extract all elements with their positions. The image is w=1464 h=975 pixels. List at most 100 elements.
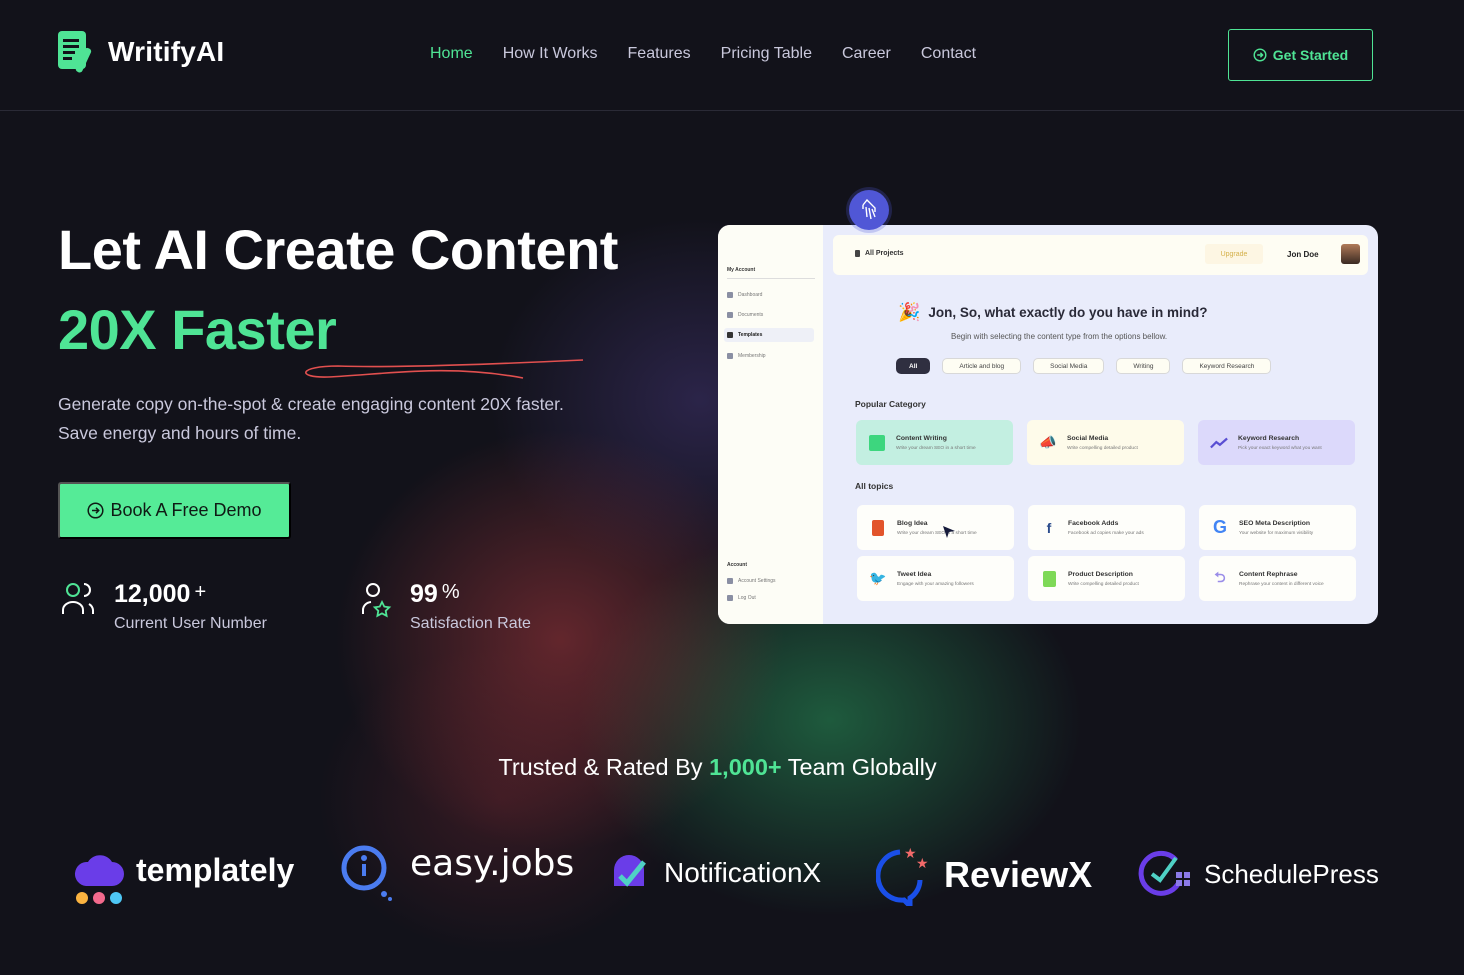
google-icon: G <box>1212 517 1227 537</box>
site-header: WritifyAI Home How It Works Features Pri… <box>0 0 1464 111</box>
trusted-heading: Trusted & Rated By 1,000+ Team Globally <box>498 754 937 780</box>
chip-writing[interactable]: Writing <box>1116 358 1171 374</box>
all-projects-link[interactable]: All Projects <box>855 250 904 257</box>
mouse-cursor-icon <box>943 526 955 538</box>
chip-social-media[interactable]: Social Media <box>1033 358 1105 374</box>
svg-text:★: ★ <box>904 845 917 861</box>
user-icon <box>727 578 733 584</box>
book-demo-label: Book A Free Demo <box>110 500 262 520</box>
stat-satisfaction-value: 99% <box>410 580 460 608</box>
sidebar-item-documents[interactable]: Documents <box>724 308 814 322</box>
nav-career[interactable]: Career <box>842 45 891 63</box>
pencil-badge <box>849 190 889 230</box>
topic-card-seo-meta[interactable]: G SEO Meta Description Your website for m… <box>1199 505 1356 550</box>
stat-satisfaction: 99% Satisfaction Rate <box>360 580 531 633</box>
topic-card-product-description[interactable]: Product Description Write compelling deta… <box>1028 556 1185 601</box>
twitter-icon: 🐦 <box>869 570 887 586</box>
svg-text:★: ★ <box>916 855 929 871</box>
stat-users-value: 12,000 + <box>114 580 207 608</box>
content-type-chips: All Article and blog Social Media Writin… <box>896 358 1272 374</box>
notificationx-logo-icon <box>614 855 646 887</box>
chip-article-blog[interactable]: Article and blog <box>942 358 1022 374</box>
brand-easyjobs: easy.jobs <box>340 842 574 904</box>
all-topics-title: All topics <box>855 481 894 491</box>
popular-card-keyword-research[interactable]: Keyword Research Pick your exact keyword … <box>1198 420 1355 465</box>
clipboard-icon <box>855 250 860 257</box>
user-name: Jon Doe <box>1287 250 1319 259</box>
arrow-circle-icon <box>1253 48 1267 62</box>
layers-icon <box>727 332 733 338</box>
brand-reviewx: ★ ★ ReviewX <box>876 844 1092 906</box>
document-icon <box>727 312 733 318</box>
topic-card-blog-idea[interactable]: Blog Idea Write your dream SEO in a short… <box>857 505 1014 550</box>
megaphone-icon: 📣 <box>1039 434 1057 450</box>
popular-card-content-writing[interactable]: Content Writing Write your dream SEO in a… <box>856 420 1013 465</box>
rephrase-icon: ⮌ <box>1214 568 1226 585</box>
popular-category-title: Popular Category <box>855 399 926 409</box>
get-started-button[interactable]: Get Started <box>1228 29 1373 81</box>
trend-up-icon <box>1210 434 1228 452</box>
hero-title-highlight: 20X Faster <box>58 298 337 361</box>
nav-home[interactable]: Home <box>430 45 473 63</box>
facebook-icon: f <box>1046 519 1052 536</box>
sidebar-account-title: Account <box>727 562 747 568</box>
popular-card-social-media[interactable]: 📣 Social Media Write compelling detailed … <box>1027 420 1184 465</box>
nav-pricing-table[interactable]: Pricing Table <box>721 45 812 63</box>
sidebar-item-templates[interactable]: Templates <box>724 328 814 342</box>
topic-card-tweet-idea[interactable]: 🐦 Tweet Idea Engage with your amazing fol… <box>857 556 1014 601</box>
brand-logos: templately easy.jobs NotificationX ★ ★ R… <box>0 840 1464 910</box>
brand-templately: templately <box>74 846 294 904</box>
sidebar-item-dashboard[interactable]: Dashboard <box>724 288 814 302</box>
logo[interactable]: WritifyAI <box>58 31 224 73</box>
stat-satisfaction-label: Satisfaction Rate <box>410 615 531 632</box>
mockup-sidebar: My Account Dashboard Documents Templates… <box>718 225 823 624</box>
mockup-question: 🎉 Jon, So, what exactly do you have in m… <box>898 302 1208 322</box>
topic-card-facebook-adds[interactable]: f Facebook Adds Facebook ad copies make y… <box>1028 505 1185 550</box>
brand-notificationx: NotificationX <box>606 850 821 896</box>
easyjobs-logo-icon <box>341 845 392 901</box>
party-popper-icon: 🎉 <box>898 302 921 322</box>
app-mockup: My Account Dashboard Documents Templates… <box>718 225 1378 624</box>
stat-users: 12,000 + Current User Number <box>62 580 267 633</box>
hero-desc-line-2: Save energy and hours of time. <box>58 423 302 443</box>
hero-desc-line-1: Generate copy on-the-spot & create engag… <box>58 394 564 414</box>
mockup-topbar: All Projects Upgrade Jon Doe <box>833 235 1368 275</box>
chip-all[interactable]: All <box>896 358 931 374</box>
pencil-icon <box>862 199 876 220</box>
logout-icon <box>727 595 733 601</box>
topic-card-content-rephrase[interactable]: ⮌ Content Rephrase Rephrase your content … <box>1199 556 1356 601</box>
nav-features[interactable]: Features <box>628 45 691 63</box>
templately-logo-icon <box>74 855 124 904</box>
document-lines-icon <box>868 434 886 452</box>
brand-schedulepress: SchedulePress <box>1138 850 1379 898</box>
upgrade-button[interactable]: Upgrade <box>1205 244 1263 264</box>
sidebar-item-membership[interactable]: Membership <box>724 349 814 363</box>
underline-scribble <box>305 359 584 379</box>
file-icon <box>869 519 887 537</box>
sidebar-item-account-settings[interactable]: Account Settings <box>724 574 814 588</box>
nav-how-it-works[interactable]: How It Works <box>503 45 598 63</box>
get-started-label: Get Started <box>1272 47 1349 63</box>
product-doc-icon <box>1040 570 1058 588</box>
sidebar-divider <box>727 278 815 279</box>
avatar[interactable] <box>1341 244 1360 264</box>
users-icon <box>62 583 94 614</box>
user-star-icon <box>361 583 392 618</box>
main-nav: Home How It Works Features Pricing Table… <box>430 45 976 63</box>
reviewx-logo-icon: ★ ★ <box>876 845 929 906</box>
chip-keyword-research[interactable]: Keyword Research <box>1182 358 1272 374</box>
hero-title: Let AI Create Content <box>58 218 618 281</box>
hero-description: Generate copy on-the-spot & create engag… <box>58 390 658 448</box>
membership-icon <box>727 353 733 359</box>
sidebar-section-title: My Account <box>727 267 756 273</box>
logo-icon <box>58 31 92 73</box>
sidebar-item-log-out[interactable]: Log Out <box>724 591 814 605</box>
nav-contact[interactable]: Contact <box>921 45 976 63</box>
stat-users-label: Current User Number <box>114 615 267 632</box>
brand-name: WritifyAI <box>108 36 225 67</box>
arrow-circle-icon <box>87 502 105 519</box>
book-demo-button[interactable]: Book A Free Demo <box>58 482 291 539</box>
dashboard-icon <box>727 292 733 298</box>
mockup-subtitle: Begin with selecting the content type fr… <box>951 332 1168 341</box>
schedulepress-logo-icon <box>1138 850 1190 896</box>
